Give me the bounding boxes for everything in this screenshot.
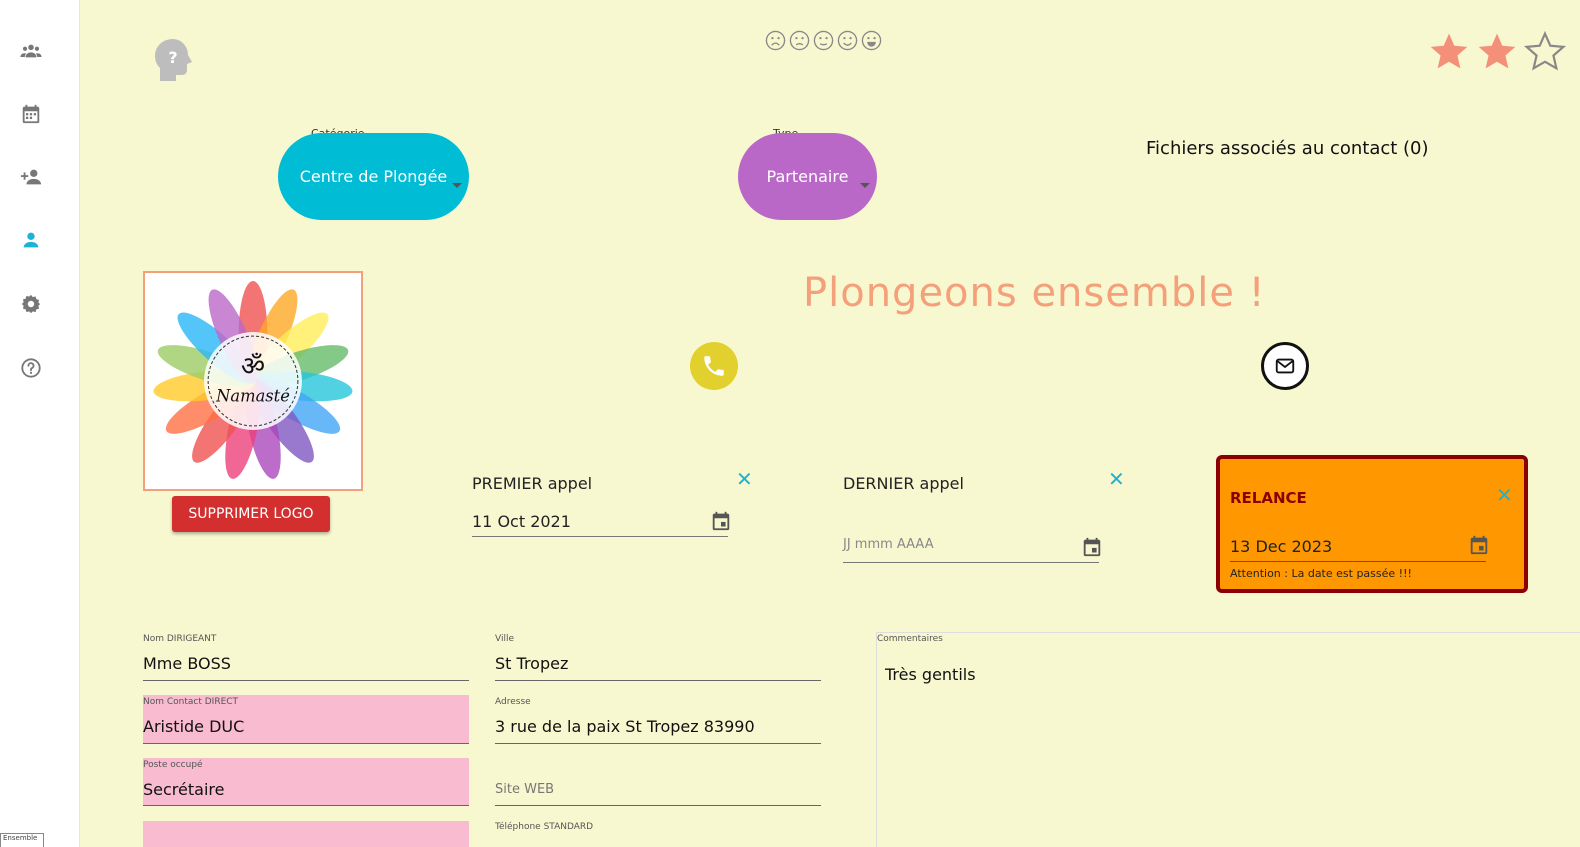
nom-contact-value: Aristide DUC [143,717,245,736]
type-value: Partenaire [766,167,849,186]
comments-field[interactable]: Commentaires Très gentils [876,632,1580,847]
sidebar-item-contacts[interactable] [16,36,46,66]
call-button[interactable] [690,342,738,390]
namaste-mandala-logo: ॐ Namasté [153,281,353,479]
sidebar-item-help[interactable] [16,353,46,383]
site-web-placeholder: Site WEB [495,782,555,797]
rating-stars [1427,30,1567,74]
nom-dirigeant-value: Mme BOSS [143,654,231,673]
premier-appel-title: PREMIER appel [472,474,593,493]
phone-icon [704,356,724,376]
poste-field[interactable]: Poste occupé Secrétaire [143,758,469,806]
head-question-icon[interactable]: ? [151,36,195,84]
clear-dernier-appel-icon[interactable]: ✕ [1108,469,1125,489]
smiley-neutral-icon[interactable] [813,30,834,51]
calendar-picker-icon[interactable] [1081,536,1103,558]
ville-field[interactable]: Ville St Tropez [495,632,821,681]
smiley-sad-icon[interactable] [789,30,810,51]
add-person-icon [20,169,42,185]
categorie-select[interactable]: Centre de Plongée [278,133,469,220]
svg-text:ॐ: ॐ [241,351,265,382]
comments-value: Très gentils [885,665,976,684]
categorie-value: Centre de Plongée [299,167,448,186]
gear-icon [21,294,41,314]
relance-warning: Attention : La date est passée !!! [1230,567,1412,580]
sidebar-item-add-contact[interactable] [16,162,46,192]
adresse-label: Adresse [495,697,531,707]
smiley-very-sad-icon[interactable] [765,30,786,51]
poste-label: Poste occupé [143,760,203,770]
premier-appel-field: PREMIER appel 11 Oct 2021 [472,474,730,538]
calendar-picker-icon[interactable] [710,510,732,532]
nom-contact-field[interactable]: Nom Contact DIRECT Aristide DUC [143,695,469,744]
site-web-field[interactable]: Site WEB [495,758,821,806]
person-icon [23,232,39,248]
clear-premier-appel-icon[interactable]: ✕ [736,469,753,489]
contact-logo[interactable]: ॐ Namasté [143,271,363,491]
telephone-field[interactable]: Téléphone STANDARD [495,820,821,847]
comments-label: Commentaires [877,634,943,644]
contact-tagline: Plongeons ensemble ! [803,270,1266,316]
chevron-down-icon [860,183,870,188]
telephone-label: Téléphone STANDARD [495,822,594,832]
clear-relance-icon[interactable]: ✕ [1496,485,1513,505]
mood-selector [765,30,882,51]
calendar-picker-icon[interactable] [1468,534,1490,556]
associated-files-link[interactable]: Fichiers associés au contact (0) [1146,138,1429,159]
calendar-icon [22,104,40,124]
mail-icon [1275,358,1295,374]
email-button[interactable] [1261,342,1309,390]
sidebar: Ensemble [0,0,80,847]
premier-appel-date[interactable]: 11 Oct 2021 [472,512,571,531]
relance-title: RELANCE [1230,489,1307,507]
adresse-field[interactable]: Adresse 3 rue de la paix St Tropez 83990 [495,695,821,744]
next-contact-field[interactable] [143,821,469,847]
smiley-happy-icon[interactable] [837,30,858,51]
ville-value: St Tropez [495,654,569,673]
relance-panel: RELANCE ✕ 13 Dec 2023 Attention : La dat… [1216,455,1528,593]
sidebar-item-contact[interactable] [16,225,46,255]
relance-date[interactable]: 13 Dec 2023 [1230,537,1332,556]
nom-dirigeant-label: Nom DIRIGEANT [143,634,217,644]
star-empty-icon[interactable] [1523,30,1567,74]
dernier-appel-title: DERNIER appel [843,474,964,493]
logo-text: Namasté [215,386,290,405]
smiley-very-happy-icon[interactable] [861,30,882,51]
ville-label: Ville [495,634,514,644]
nom-contact-label: Nom Contact DIRECT [143,697,239,707]
sidebar-item-calendar[interactable] [16,99,46,129]
help-circle-icon [21,358,41,378]
star-filled-icon[interactable] [1427,30,1471,74]
bottom-tag: Ensemble [0,833,44,847]
delete-logo-button[interactable]: SUPPRIMER LOGO [172,496,330,532]
poste-value: Secrétaire [143,780,225,799]
dernier-appel-field: DERNIER appel JJ mmm AAAA [843,474,1101,564]
dernier-appel-date[interactable]: JJ mmm AAAA [843,537,934,552]
adresse-value: 3 rue de la paix St Tropez 83990 [495,717,755,736]
chevron-down-icon [452,183,462,188]
group-icon [20,44,42,58]
svg-text:?: ? [168,48,177,67]
star-filled-icon[interactable] [1475,30,1519,74]
sidebar-item-settings[interactable] [16,289,46,319]
nom-dirigeant-field[interactable]: Nom DIRIGEANT Mme BOSS [143,632,469,681]
type-select[interactable]: Partenaire [738,133,877,220]
contact-detail-page: ? Catégorie Centre de Plongée Type Parte… [81,0,1580,847]
